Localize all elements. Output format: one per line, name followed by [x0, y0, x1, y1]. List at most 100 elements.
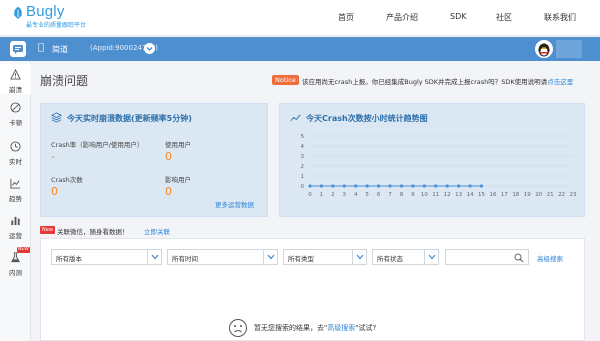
nav-community[interactable]: 社区: [496, 12, 512, 23]
y-tick-label: 0: [301, 184, 305, 190]
nav-product[interactable]: 产品介绍: [386, 12, 418, 23]
layers-icon: [51, 112, 62, 123]
sidebar-item-label: 卡顿: [9, 119, 22, 127]
empty-state-message: 暂无您搜索的结果，去"高级搜索"试试?: [254, 323, 376, 333]
data-point: [422, 184, 426, 188]
data-point: [354, 184, 358, 188]
data-point: [445, 184, 449, 188]
app-switch-button[interactable]: [144, 43, 155, 54]
sidebar-item-trend[interactable]: 趋势: [0, 173, 31, 203]
crash-count-value: 0: [51, 185, 58, 198]
x-tick-label: 14: [467, 192, 474, 198]
crash-rate-value: -: [51, 150, 55, 163]
x-tick-label: 0: [308, 192, 312, 198]
version-select[interactable]: 所有版本: [51, 249, 162, 265]
status-select-value: 所有状态: [377, 255, 403, 263]
x-tick-label: 21: [547, 192, 554, 198]
sidebar: 崩溃 卡顿 实时 趋势 运营 NEW 内测: [0, 61, 31, 341]
x-tick-label: 2: [331, 192, 335, 198]
realtime-panel-title: 今天实时崩溃数据(更新频率5分钟): [67, 114, 192, 123]
x-tick-label: 5: [365, 192, 369, 198]
nav-contact[interactable]: 联系我们: [544, 12, 576, 23]
notice-link[interactable]: 点击这里: [547, 78, 573, 86]
chevron-down-icon: [146, 47, 153, 51]
clock-icon: [10, 141, 21, 152]
x-tick-label: 3: [343, 192, 347, 198]
sidebar-item-stall[interactable]: 卡顿: [0, 97, 31, 127]
trend-line-icon: [290, 114, 301, 122]
notice-message: 该应用尚无crash上报。你已经集成Bugly SDK并完成上报crash吗？S…: [302, 76, 573, 86]
y-tick-label: 3: [301, 154, 305, 160]
y-tick-label: 5: [301, 134, 305, 140]
x-tick-label: 18: [512, 192, 519, 198]
data-point: [365, 184, 369, 188]
empty-advanced-search-link[interactable]: 高级搜索: [327, 324, 355, 332]
chevron-down-icon: [267, 254, 275, 260]
x-tick-label: 15: [478, 192, 485, 198]
search-icon[interactable]: [514, 253, 524, 263]
nav-sdk[interactable]: SDK: [450, 12, 466, 21]
y-tick-label: 1: [301, 174, 305, 180]
status-select[interactable]: 所有状态: [372, 249, 439, 265]
x-tick-label: 22: [558, 192, 565, 198]
avatar[interactable]: [535, 40, 553, 58]
x-tick-label: 10: [421, 192, 428, 198]
advanced-search-link[interactable]: 高级搜索: [537, 253, 563, 263]
y-tick-label: 4: [301, 144, 305, 150]
data-point: [331, 184, 335, 188]
bar-chart-icon: [11, 216, 20, 226]
users-value: 0: [165, 150, 172, 163]
stall-icon: [10, 102, 21, 113]
beta-icon: [11, 252, 20, 263]
search-input[interactable]: [445, 249, 529, 265]
brand-name: Bugly: [26, 3, 65, 20]
time-select-value: 所有时间: [172, 255, 198, 263]
sidebar-item-realtime[interactable]: 实时: [0, 136, 31, 166]
new-badge: New: [40, 226, 55, 234]
x-tick-label: 23: [570, 192, 577, 198]
x-tick-label: 9: [411, 192, 415, 198]
data-point: [457, 184, 461, 188]
x-tick-label: 7: [388, 192, 392, 198]
username-block[interactable]: [556, 40, 582, 58]
chevron-down-icon: [356, 254, 364, 260]
nav-home[interactable]: 首页: [338, 12, 354, 23]
type-select-toggle[interactable]: [352, 250, 366, 264]
brand-tagline: 最专业的质量跟踪平台: [26, 22, 87, 29]
x-tick-label: 1: [320, 192, 324, 198]
data-point: [399, 184, 404, 188]
data-point: [468, 184, 472, 188]
status-select-toggle[interactable]: [424, 250, 438, 264]
x-tick-label: 17: [501, 192, 508, 198]
sidebar-item-label: 内测: [9, 269, 22, 277]
data-point: [377, 184, 381, 188]
page-title: 崩溃问题: [40, 74, 89, 88]
crash-trend-panel: 今天Crash次数按小时统计趋势图 0 1 2 3 4 5 0 1 2 3 4 5 6 7 8 9 10 11 12…: [279, 103, 585, 217]
data-point: [319, 184, 324, 188]
data-point: [411, 184, 415, 188]
time-select-toggle[interactable]: [263, 250, 277, 264]
messages-button[interactable]: [10, 41, 26, 57]
trend-icon: [10, 178, 21, 189]
sidebar-item-crash[interactable]: 崩溃: [0, 64, 31, 94]
x-tick-label: 6: [377, 192, 381, 198]
chevron-down-icon: [428, 254, 436, 260]
realtime-crash-panel: 今天实时崩溃数据(更新频率5分钟) Crash率（影响用户/使用用户） - 使用…: [40, 103, 268, 217]
empty-text-after: "试试?: [355, 324, 377, 332]
x-tick-label: 13: [455, 192, 462, 198]
sidebar-item-beta[interactable]: NEW 内测: [0, 247, 31, 277]
apple-icon: : [38, 42, 44, 53]
app-bar:  简道 (Appid:900024757): [0, 37, 600, 61]
app-name[interactable]: 简道: [52, 44, 68, 55]
users-label: 使用用户: [165, 141, 191, 149]
version-select-toggle[interactable]: [147, 250, 161, 264]
bug-logo-icon: [14, 6, 22, 20]
time-select[interactable]: 所有时间: [167, 249, 278, 265]
more-ops-data-link[interactable]: 更多运营数据: [215, 199, 254, 209]
crash-count-label: Crash次数: [51, 176, 83, 184]
link-wechat-button[interactable]: 立即关联: [144, 226, 170, 236]
sidebar-item-operation[interactable]: 运营: [0, 210, 31, 240]
chat-icon: [13, 45, 23, 54]
type-select[interactable]: 所有类型: [283, 249, 367, 265]
sidebar-item-label: 崩溃: [9, 86, 22, 94]
